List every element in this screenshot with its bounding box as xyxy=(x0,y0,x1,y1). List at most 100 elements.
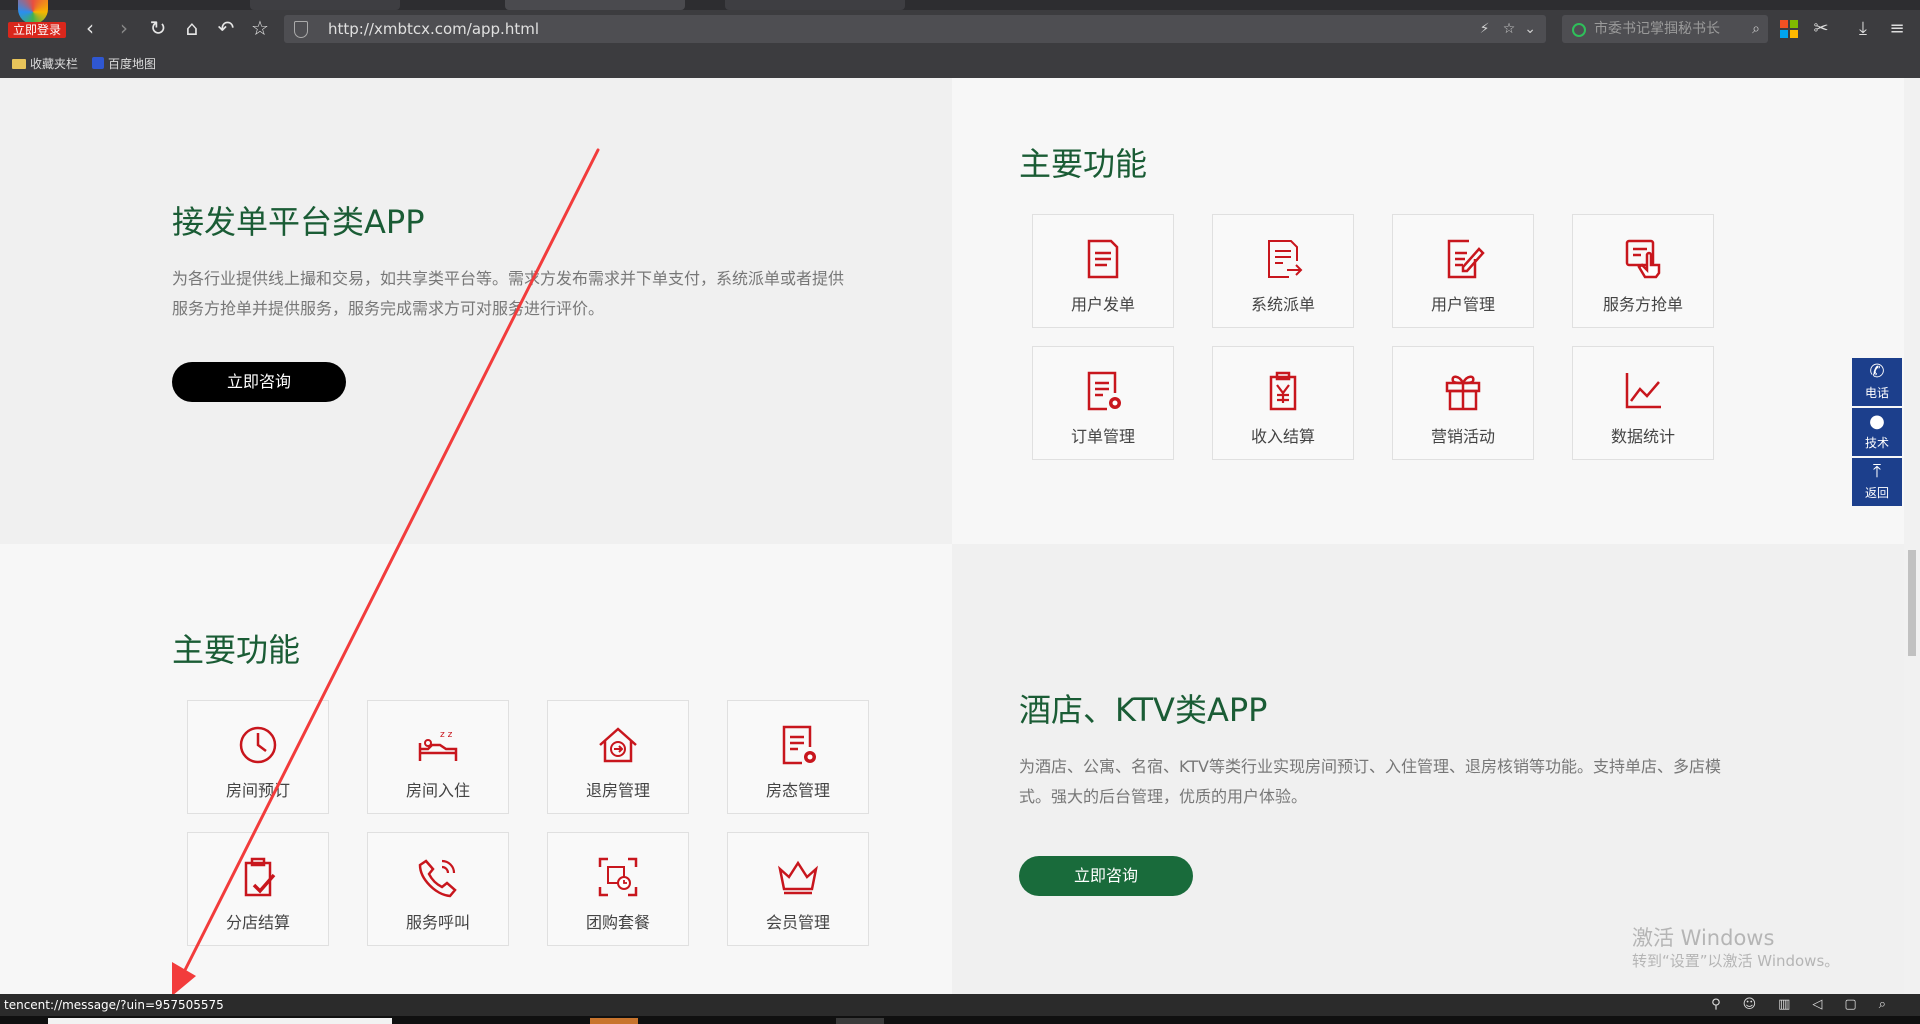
arrow-up-icon: ⤒ xyxy=(1873,461,1881,482)
document-gear-icon xyxy=(782,725,816,765)
browser-logo[interactable]: 立即登录 xyxy=(6,0,66,38)
search-box[interactable]: 市委书记掌掴秘书长 ⌕ xyxy=(1562,15,1768,43)
status-url: tencent://message/?uin=957505575 xyxy=(4,998,224,1012)
address-bar[interactable]: http://xmbtcx.com/app.html ⚡ ☆ ⌄ xyxy=(284,15,1546,43)
baidu-icon xyxy=(92,57,104,69)
browser-logo-icon xyxy=(18,0,48,24)
feature-label: 订单管理 xyxy=(1070,427,1135,446)
clock-icon xyxy=(239,726,277,764)
scrollbar-thumb[interactable] xyxy=(1908,550,1916,656)
scan-clock-icon xyxy=(598,857,638,897)
back-to-top-widget[interactable]: ⤒ 返回 xyxy=(1852,458,1902,506)
section-description: 为酒店、公寓、名宿、KTV等类行业实现房间预订、入住管理、退房核销等功能。支持单… xyxy=(1019,757,1721,806)
feature-label: 房间预订 xyxy=(225,781,290,800)
feature-card[interactable]: 退房管理 xyxy=(547,700,689,814)
shield-icon xyxy=(294,21,308,38)
feature-label: 收入结算 xyxy=(1250,427,1315,446)
browser-tab-active[interactable] xyxy=(505,0,685,10)
section-hotel-features: 主要功能 房间预订 z z 房间入住 退房管理 房态管理 分店结算 服务呼叫 团… xyxy=(0,544,952,994)
svg-text:z z: z z xyxy=(440,730,453,740)
browser-tab[interactable] xyxy=(250,0,400,10)
search-input[interactable]: 市委书记掌掴秘书长 xyxy=(1594,15,1720,43)
house-arrow-icon xyxy=(599,727,637,763)
phone-icon xyxy=(418,859,457,898)
feature-card[interactable]: 用户发单 xyxy=(1032,214,1174,328)
bed-icon: z z xyxy=(418,730,458,761)
features-title: 主要功能 xyxy=(1019,145,1148,183)
undo-icon[interactable]: ↶ xyxy=(214,16,238,40)
tech-widget[interactable]: ● 技术 xyxy=(1852,408,1902,456)
hand-tap-icon xyxy=(1625,239,1661,279)
document-send-icon xyxy=(1268,240,1303,278)
consult-button[interactable]: 立即咨询 xyxy=(1019,856,1193,896)
feature-card[interactable]: 系统派单 xyxy=(1212,214,1354,328)
line-chart-icon xyxy=(1625,373,1661,409)
feature-card[interactable]: 分店结算 xyxy=(187,832,329,946)
home-icon[interactable]: ⌂ xyxy=(180,16,204,40)
gift-icon xyxy=(1445,375,1481,411)
feature-card[interactable]: 团购套餐 xyxy=(547,832,689,946)
status-bar-tools[interactable]: ⚲☺▥◁▢⌕ xyxy=(1711,994,1908,1016)
yen-clipboard-icon xyxy=(1269,371,1297,411)
feature-card[interactable]: 收入结算 xyxy=(1212,346,1354,460)
bookmark-favorites[interactable]: 收藏夹栏 xyxy=(12,54,78,74)
consult-button[interactable]: 立即咨询 xyxy=(172,362,346,402)
section-dispatch-app: 接发单平台类APP 为各行业提供线上撮和交易，如共享类平台等。需求方发布需求并下… xyxy=(0,78,952,544)
feature-label: 数据统计 xyxy=(1610,427,1675,446)
section-title: 接发单平台类APP xyxy=(172,203,425,241)
document-gear-icon xyxy=(1087,371,1121,411)
section-title: 酒店、KTV类APP xyxy=(1019,691,1268,729)
feature-label: 分店结算 xyxy=(225,913,290,932)
apps-grid-icon[interactable] xyxy=(1776,16,1802,42)
feature-label: 用户管理 xyxy=(1430,295,1495,314)
favorite-star-icon[interactable]: ☆ xyxy=(248,16,272,40)
phone-widget[interactable]: ✆ 电话 xyxy=(1852,358,1902,406)
address-bar-actions[interactable]: ⚡ ☆ ⌄ xyxy=(1480,15,1536,43)
login-badge[interactable]: 立即登录 xyxy=(8,22,66,38)
bookmark-baidu-map[interactable]: 百度地图 xyxy=(92,54,156,74)
feature-card[interactable]: 会员管理 xyxy=(727,832,869,946)
scissors-icon[interactable]: ✂ xyxy=(1808,16,1834,42)
section-description: 为各行业提供线上撮和交易，如共享类平台等。需求方发布需求并下单支付，系统派单或者… xyxy=(172,269,845,318)
taskbar xyxy=(0,1016,1920,1024)
folder-icon xyxy=(12,59,26,69)
feature-label: 房间入住 xyxy=(405,781,470,800)
reload-icon[interactable]: ↻ xyxy=(146,16,170,40)
page-scrollbar[interactable] xyxy=(1904,78,1920,994)
back-icon[interactable]: ‹ xyxy=(78,16,102,40)
forward-icon[interactable]: › xyxy=(112,16,136,40)
feature-label: 营销活动 xyxy=(1430,427,1495,446)
feature-label: 服务方抢单 xyxy=(1602,295,1683,314)
feature-card[interactable]: 服务呼叫 xyxy=(367,832,509,946)
document-list-icon xyxy=(1087,239,1119,279)
feature-card[interactable]: 用户管理 xyxy=(1392,214,1534,328)
crown-icon xyxy=(778,860,818,895)
feature-card[interactable]: 营销活动 xyxy=(1392,346,1534,460)
bookmarks-bar xyxy=(0,50,1920,78)
activation-watermark-title: 激活 Windows xyxy=(1632,926,1775,950)
page-content: 接发单平台类APP 为各行业提供线上撮和交易，如共享类平台等。需求方发布需求并下… xyxy=(0,78,1904,994)
tab-strip xyxy=(0,0,1920,10)
feature-card[interactable]: 数据统计 xyxy=(1572,346,1714,460)
download-icon[interactable]: ⤓ xyxy=(1850,16,1876,42)
feature-card[interactable]: z z 房间入住 xyxy=(367,700,509,814)
qq-penguin-icon: ● xyxy=(1869,411,1885,432)
address-url: http://xmbtcx.com/app.html xyxy=(328,20,539,38)
feature-card[interactable]: 服务方抢单 xyxy=(1572,214,1714,328)
feature-card[interactable]: 房态管理 xyxy=(727,700,869,814)
feature-label: 房态管理 xyxy=(765,781,830,800)
clipboard-check-icon xyxy=(244,857,276,897)
feature-label: 团购套餐 xyxy=(585,913,650,932)
feature-card[interactable]: 订单管理 xyxy=(1032,346,1174,460)
search-engine-icon xyxy=(1572,23,1586,37)
menu-icon[interactable]: ≡ xyxy=(1884,16,1910,42)
status-bar: tencent://message/?uin=957505575 ⚲☺▥◁▢⌕ xyxy=(0,994,1920,1016)
feature-card[interactable]: 房间预订 xyxy=(187,700,329,814)
section-dispatch-features: 主要功能 用户发单 系统派单 用户管理 服务方抢单 订单管理 收入结算 营销活动 xyxy=(952,78,1904,544)
browser-tab[interactable] xyxy=(725,0,905,10)
search-icon[interactable]: ⌕ xyxy=(1752,15,1760,43)
feature-label: 系统派单 xyxy=(1250,295,1315,314)
feature-label: 退房管理 xyxy=(585,781,650,800)
feature-label: 会员管理 xyxy=(765,913,830,932)
phone-icon: ✆ xyxy=(1869,361,1885,382)
